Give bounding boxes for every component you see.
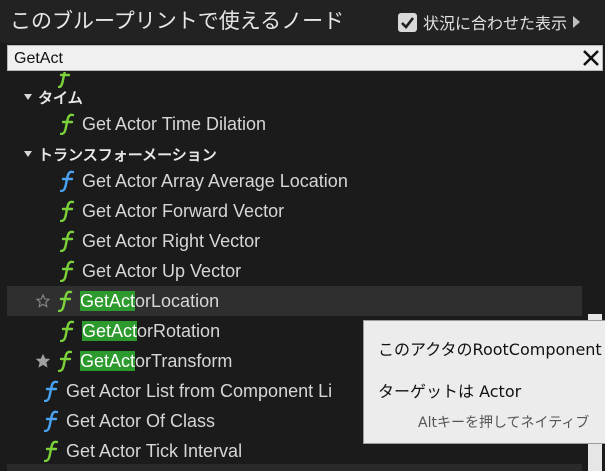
list-item[interactable]: Get Actor Up Vector [0, 256, 582, 286]
collapse-arrow-icon[interactable] [24, 94, 32, 100]
item-label: GetActorLocation [80, 290, 220, 312]
list-item-hovered[interactable]: GetActorLocation [7, 286, 582, 316]
search-input[interactable]: GetAct [7, 45, 603, 71]
menu-header: このブループリントで使えるノード 状況に合わせた表示 [0, 0, 605, 43]
list-item[interactable]: Get Actor Right Vector [0, 226, 582, 256]
item-label: GetActorRotation [82, 320, 221, 342]
function-icon [44, 380, 59, 402]
tooltip-hint: Altキーを押してネイティブ [418, 415, 590, 431]
function-icon [60, 170, 75, 192]
list-item[interactable]: Get Actor Array Average Location [0, 166, 582, 196]
menu-title: このブループリントで使えるノード [10, 9, 345, 33]
function-icon [60, 260, 75, 282]
function-icon [60, 113, 75, 135]
item-label: Get Actor List from Component Li [66, 380, 333, 401]
context-sensitive-label: 状況に合わせた表示 [423, 14, 568, 33]
search-input-value[interactable]: GetAct [14, 47, 63, 70]
item-label: Get Actor Time Dilation [82, 113, 267, 134]
favorite-star-icon[interactable] [36, 354, 50, 368]
item-label: Get Actor Right Vector [82, 230, 261, 251]
favorite-star-icon[interactable] [36, 294, 50, 308]
tooltip-target: ターゲットは Actor [378, 382, 522, 401]
context-sensitive-checkbox[interactable] [398, 12, 417, 32]
item-label: Get Actor Array Average Location [82, 170, 348, 191]
category-label: トランスフォーメーション [38, 145, 217, 164]
function-icon [60, 230, 75, 252]
blueprint-action-menu: このブループリントで使えるノード 状況に合わせた表示 GetAct タイム Ge… [0, 0, 605, 471]
clear-search-icon[interactable] [581, 48, 601, 68]
search-match-highlight: GetAct [80, 350, 136, 371]
category-transformation[interactable]: トランスフォーメーション [0, 139, 582, 169]
function-icon [44, 440, 59, 462]
item-label: Get Actor Of Class [66, 410, 216, 431]
item-label-rest: orTransform [135, 350, 233, 371]
scrollbar-thumb-lower[interactable] [588, 442, 602, 471]
item-label-rest: orRotation [137, 320, 221, 341]
list-bottom-edge [7, 464, 582, 471]
tooltip-description: このアクタのRootComponent [378, 340, 602, 359]
category-label: タイム [38, 88, 83, 107]
node-tooltip: このアクタのRootComponent ターゲットは Actor Altキーを押… [363, 320, 605, 444]
search-match-highlight: GetAct [80, 290, 136, 311]
item-label: Get Actor Up Vector [82, 260, 242, 281]
item-label: GetActorTransform [80, 350, 233, 372]
context-sensitive-toggle[interactable]: 状況に合わせた表示 [398, 9, 581, 35]
function-icon [60, 320, 75, 342]
checkmark-icon [401, 16, 415, 29]
item-label: Get Actor Tick Interval [66, 440, 243, 461]
search-match-highlight: GetAct [82, 320, 138, 341]
item-label: Get Actor Forward Vector [82, 200, 285, 221]
function-icon [58, 350, 73, 372]
item-label-rest: orLocation [135, 290, 220, 311]
expand-arrow-icon[interactable] [573, 16, 581, 28]
collapse-arrow-icon[interactable] [24, 151, 32, 157]
function-icon [44, 410, 59, 432]
list-item[interactable]: Get Actor Time Dilation [0, 109, 582, 139]
function-icon [58, 290, 73, 312]
category-time[interactable]: タイム [0, 82, 582, 112]
list-item[interactable]: Get Actor Forward Vector [0, 196, 582, 226]
function-icon [60, 200, 75, 222]
